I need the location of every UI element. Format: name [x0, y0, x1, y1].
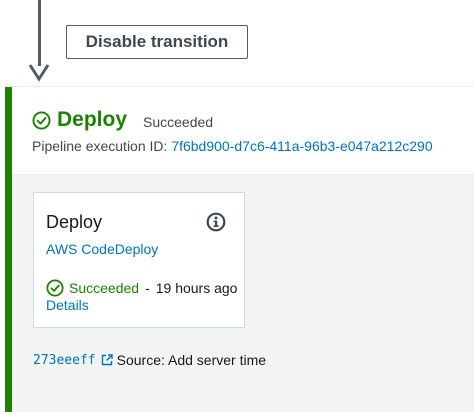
execution-id-row: Pipeline execution ID: 7f6bd900-d7c6-411…: [32, 138, 433, 154]
commit-id-link[interactable]: 273eeeff: [33, 353, 96, 368]
disable-transition-button[interactable]: Disable transition: [66, 25, 248, 59]
action-card: Deploy AWS CodeDeploy Succeeded - 19 hou…: [33, 192, 245, 328]
status-separator: -: [145, 280, 150, 296]
action-status: Succeeded: [69, 280, 140, 296]
source-revision-row: 273eeeff Source: Add server time: [33, 352, 266, 368]
arrow-down-icon: [28, 62, 50, 82]
action-time-ago: 19 hours ago: [155, 280, 238, 296]
source-commit-message: Source: Add server time: [116, 352, 267, 368]
external-link-icon[interactable]: [101, 354, 113, 366]
action-title: Deploy: [46, 212, 103, 232]
stage-panel: Deploy Succeeded Pipeline execution ID: …: [5, 86, 474, 412]
execution-id-link[interactable]: 7f6bd900-d7c6-411a-96b3-e047a212c290: [171, 138, 432, 154]
action-details-link[interactable]: Details: [46, 297, 89, 313]
stage-header: Deploy Succeeded Pipeline execution ID: …: [12, 87, 474, 175]
stage-title: Deploy: [57, 108, 128, 131]
transition-arrow-line: [38, 0, 41, 66]
action-provider-link[interactable]: AWS CodeDeploy: [46, 241, 158, 257]
info-icon[interactable]: [206, 212, 226, 232]
action-status-row: Succeeded - 19 hours ago: [46, 279, 237, 297]
stage-status-accent-bar: [5, 87, 12, 412]
stage-status: Succeeded: [143, 113, 214, 130]
execution-id-label: Pipeline execution ID:: [32, 138, 168, 154]
check-circle-icon: [32, 110, 51, 130]
check-circle-icon: [46, 279, 64, 297]
stage-title-row: Deploy Succeeded: [32, 108, 213, 132]
